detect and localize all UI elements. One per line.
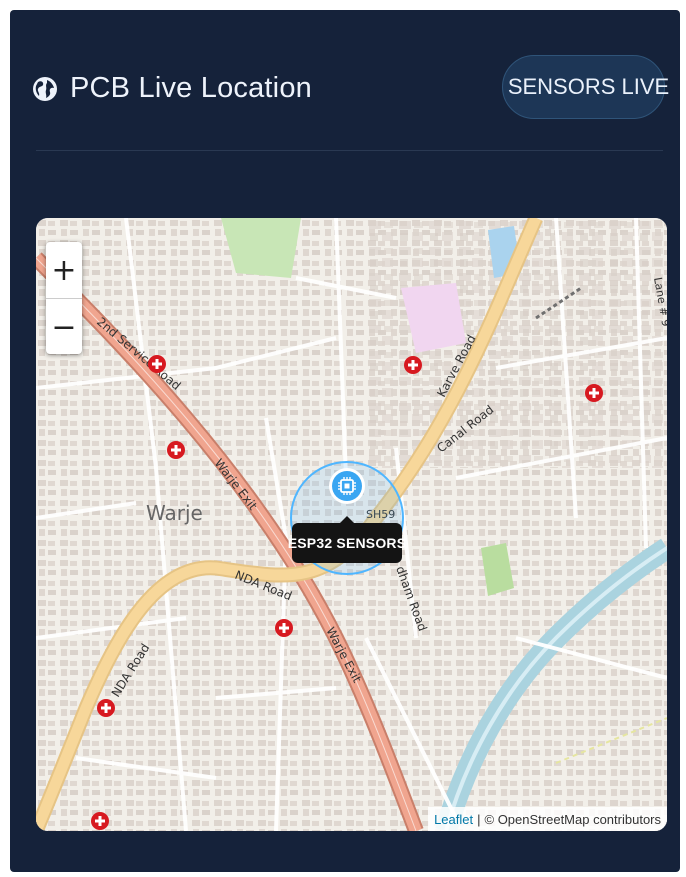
- hospital-icon: [167, 441, 185, 459]
- hospital-icon: [404, 356, 422, 374]
- marker-tooltip: ESP32 SENSORS: [288, 516, 406, 563]
- header-divider: [36, 150, 663, 151]
- page-title: PCB Live Location: [70, 72, 312, 104]
- hospital-icon: [91, 812, 109, 830]
- openstreetmap-link[interactable]: © OpenStreetMap contributors: [485, 812, 662, 827]
- sensors-live-label: SENSORS LIVE: [507, 74, 670, 99]
- hospital-icon: [148, 355, 166, 373]
- chip-marker-icon[interactable]: [329, 468, 365, 504]
- map-view[interactable]: 2nd Service Road Warje Exit Warje Exit K…: [36, 218, 667, 831]
- map-attribution: Leaflet | © OpenStreetMap contributors: [428, 807, 667, 831]
- leaflet-link[interactable]: Leaflet: [434, 812, 473, 827]
- zoom-control: + −: [46, 242, 82, 354]
- attribution-separator: |: [477, 811, 481, 827]
- sensors-live-badge: SENSORS LIVE: [502, 55, 669, 119]
- globe-icon: [33, 76, 57, 101]
- map-label-warje: Warje: [146, 501, 203, 525]
- hospital-icon: [97, 699, 115, 717]
- hospital-icon: [585, 384, 603, 402]
- location-card: PCB Live Location SENSORS LIVE 2nd Servi…: [10, 10, 680, 872]
- card-header: PCB Live Location SENSORS LIVE: [10, 10, 680, 160]
- zoom-in-button[interactable]: +: [46, 242, 82, 298]
- title-group: PCB Live Location: [32, 72, 312, 105]
- hospital-icon: [275, 619, 293, 637]
- zoom-out-button[interactable]: −: [46, 298, 82, 354]
